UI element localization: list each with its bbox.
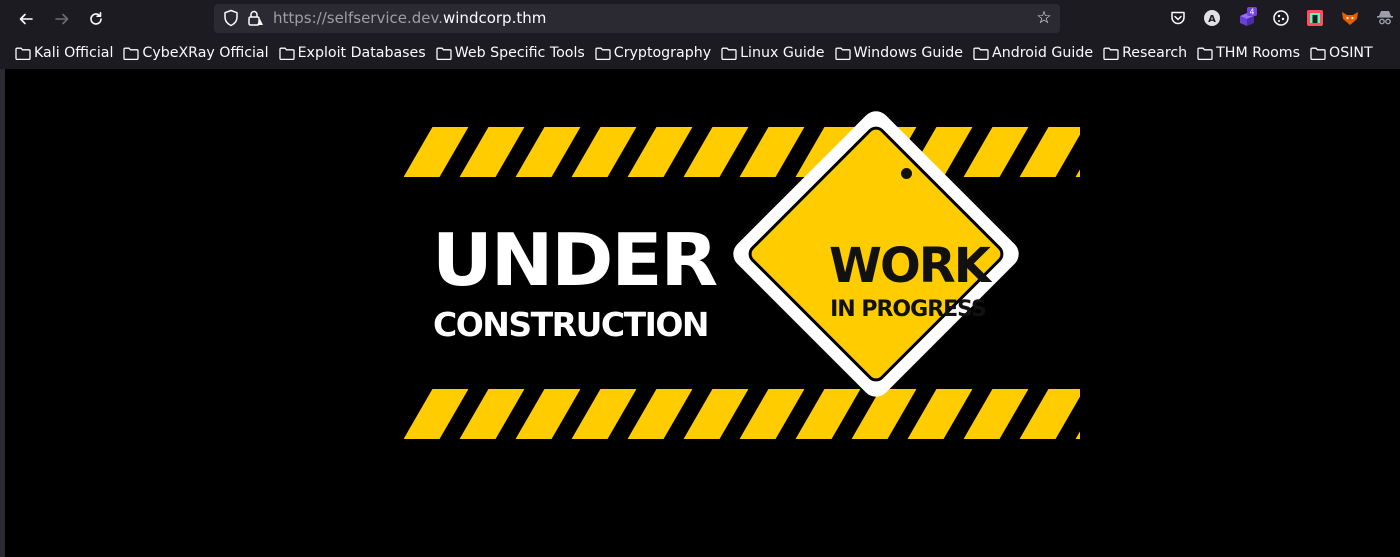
extension-badge: 4	[1250, 8, 1255, 17]
bookmark-label: Windows Guide	[853, 45, 964, 61]
bookmark-label: Kali Official	[34, 45, 114, 61]
hazard-stripe	[963, 389, 1029, 439]
bookmark-label: OSINT	[1329, 45, 1373, 61]
hazard-stripe	[795, 389, 861, 439]
browser-chrome: https://selfservice.dev.windcorp.thm ☆ A…	[0, 0, 1400, 69]
hazard-stripe	[404, 127, 469, 177]
cookie-extension-button[interactable]	[1270, 7, 1292, 29]
hazard-stripe	[683, 127, 749, 177]
colorful-square-icon	[1307, 10, 1323, 26]
hazard-stripe	[851, 389, 917, 439]
hazard-stripe	[459, 389, 525, 439]
bookmark-folder-web-specific-tools[interactable]: Web Specific Tools	[436, 45, 585, 61]
url-text[interactable]: https://selfservice.dev.windcorp.thm	[273, 9, 546, 27]
hazard-stripe	[963, 127, 1029, 177]
spy-icon	[1377, 11, 1393, 25]
arrow-left-icon	[19, 13, 33, 25]
bookmark-label: Cryptography	[613, 45, 712, 61]
hazard-stripe	[1019, 127, 1080, 177]
folder-icon	[973, 47, 989, 60]
bookmark-folder-kali-official[interactable]: Kali Official	[15, 45, 113, 61]
folder-icon	[278, 47, 295, 60]
hazard-stripe	[515, 127, 581, 177]
hazard-stripe	[1019, 389, 1080, 439]
bookmark-label: Research	[1122, 45, 1188, 61]
url-domain: windcorp.thm	[443, 9, 547, 27]
sidebar-edge	[0, 69, 5, 557]
sign-hanging-hole	[901, 168, 912, 179]
bookmark-folder-cybexray-official[interactable]: CybeXRay Official	[123, 45, 269, 61]
account-avatar-icon: A	[1204, 10, 1220, 26]
hazard-stripe	[907, 389, 973, 439]
hazard-stripe	[571, 389, 637, 439]
hazard-stripe	[515, 389, 581, 439]
bookmark-label: Linux Guide	[740, 45, 825, 61]
private-browsing-button[interactable]	[1374, 7, 1396, 29]
under-heading: UNDER	[432, 218, 718, 302]
folder-icon	[1197, 47, 1213, 60]
fox-icon	[1342, 12, 1358, 25]
multicolor-extension-button[interactable]	[1304, 7, 1326, 29]
bookmark-label: Web Specific Tools	[454, 45, 585, 61]
bookmarks-toolbar: Kali Official CybeXRay Official Exploit …	[0, 40, 1400, 66]
bookmark-label: Exploit Databases	[297, 45, 426, 61]
bookmark-folder-windows-guide[interactable]: Windows Guide	[834, 45, 964, 61]
folder-icon	[123, 47, 140, 60]
hazard-stripe	[739, 389, 805, 439]
bookmark-folder-cryptography[interactable]: Cryptography	[595, 45, 711, 61]
bookmark-label: THM Rooms	[1216, 45, 1301, 61]
work-heading: WORK	[829, 238, 991, 294]
url-prefix: https://selfservice.dev.	[273, 9, 443, 27]
cookie-icon	[1273, 10, 1289, 26]
arrow-right-icon	[55, 13, 69, 25]
hazard-stripe	[571, 127, 637, 177]
bookmark-folder-linux-guide[interactable]: Linux Guide	[721, 45, 825, 61]
extension-cube-icon: 4	[1240, 7, 1257, 26]
pocket-icon	[1171, 11, 1185, 25]
fox-extension-button[interactable]	[1339, 7, 1361, 29]
construction-heading: CONSTRUCTION	[433, 305, 710, 344]
in-progress-heading: IN PROGRESS	[830, 297, 987, 322]
back-button[interactable]	[14, 7, 38, 31]
bookmark-label: CybeXRay Official	[142, 45, 269, 61]
bookmark-label: Android Guide	[992, 45, 1094, 61]
hazard-stripe	[459, 127, 525, 177]
folder-icon	[436, 47, 452, 60]
address-bar[interactable]: https://selfservice.dev.windcorp.thm ☆	[214, 4, 1060, 33]
folder-icon	[834, 47, 851, 60]
hazard-stripes-top	[404, 127, 1080, 177]
hazard-stripe	[627, 389, 693, 439]
hazard-stripe	[683, 389, 749, 439]
hazard-stripe	[404, 389, 469, 439]
folder-icon	[15, 47, 31, 60]
bookmark-star-icon[interactable]: ☆	[1034, 8, 1054, 28]
tracking-protection-shield-icon[interactable]	[222, 9, 240, 27]
bookmark-folder-osint[interactable]: OSINT	[1310, 45, 1373, 61]
folder-icon	[595, 47, 611, 60]
bookmark-folder-exploit-databases[interactable]: Exploit Databases	[278, 45, 426, 61]
extension-purple-button[interactable]: 4	[1236, 7, 1258, 29]
folder-icon	[1103, 47, 1119, 60]
under-construction-banner: UNDER CONSTRUCTION WORK IN PROGRESS	[404, 105, 1080, 443]
bookmark-folder-android-guide[interactable]: Android Guide	[973, 45, 1093, 61]
hazard-stripe	[739, 127, 805, 177]
svg-text:A: A	[1208, 14, 1216, 25]
reload-button[interactable]	[84, 7, 108, 31]
folder-icon	[1310, 47, 1326, 60]
insecure-lock-icon[interactable]	[246, 9, 264, 27]
account-button[interactable]: A	[1201, 7, 1223, 29]
folder-icon	[721, 47, 737, 60]
hazard-stripes-bottom	[404, 389, 1080, 439]
page-content: UNDER CONSTRUCTION WORK IN PROGRESS	[0, 69, 1400, 557]
hazard-stripe	[627, 127, 693, 177]
bookmark-folder-research[interactable]: Research	[1103, 45, 1187, 61]
bookmark-folder-thm-rooms[interactable]: THM Rooms	[1197, 45, 1300, 61]
pocket-button[interactable]	[1167, 7, 1189, 29]
navigation-toolbar: https://selfservice.dev.windcorp.thm ☆ A…	[0, 0, 1400, 37]
forward-button[interactable]	[50, 7, 74, 31]
reload-icon	[90, 12, 102, 25]
